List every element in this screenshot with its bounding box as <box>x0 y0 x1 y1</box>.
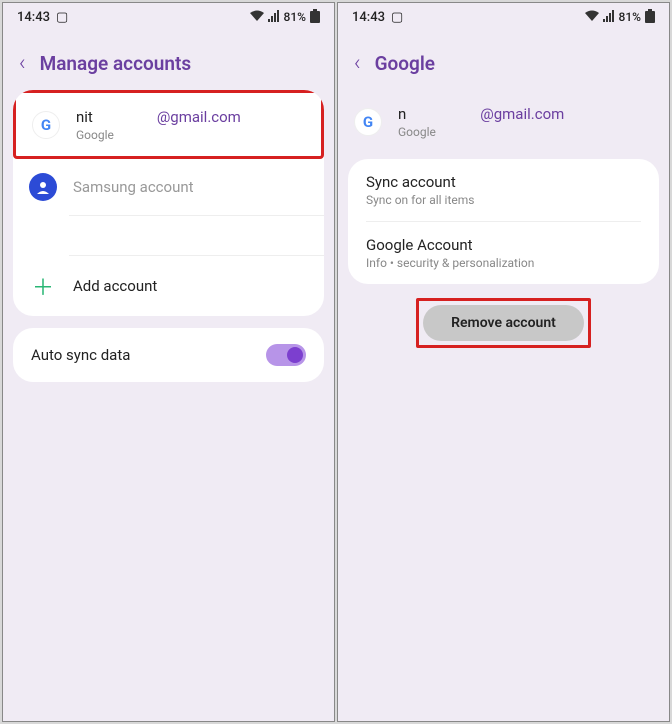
auto-sync-label: Auto sync data <box>31 346 130 364</box>
page-title: Google <box>375 52 435 75</box>
back-icon[interactable]: ‹ <box>19 51 26 76</box>
highlight-remove: Remove account <box>416 298 591 348</box>
auto-sync-card: Auto sync data <box>13 328 324 382</box>
auto-sync-toggle[interactable] <box>266 344 306 366</box>
wifi-icon <box>250 10 264 25</box>
sync-sub: Sync on for all items <box>366 193 641 207</box>
auto-sync-row[interactable]: Auto sync data <box>13 328 324 382</box>
image-icon: ▢ <box>56 10 68 25</box>
google-icon: G <box>354 108 382 136</box>
battery-icon <box>645 9 655 26</box>
add-account-button[interactable]: ＋ Add account <box>13 256 324 316</box>
account-info: G n @gmail.com Google <box>338 90 669 159</box>
battery-text: 81% <box>619 10 641 24</box>
status-time: 14:43 <box>17 10 50 25</box>
gaccount-title: Google Account <box>366 236 641 254</box>
wifi-icon <box>585 10 599 25</box>
header: ‹ Manage accounts <box>3 31 334 90</box>
sync-account-item[interactable]: Sync account Sync on for all items <box>348 159 659 221</box>
google-icon: G <box>32 111 60 139</box>
account-provider: Google <box>76 128 305 142</box>
google-account-item[interactable]: Google Account Info • security & persona… <box>348 222 659 284</box>
gaccount-sub: Info • security & personalization <box>366 256 641 270</box>
account-email-local: nit <box>76 108 93 126</box>
account-email-domain: @gmail.com <box>480 105 564 123</box>
header: ‹ Google <box>338 31 669 90</box>
highlight-google-account: G nit @gmail.com Google <box>13 90 324 159</box>
plus-icon: ＋ <box>29 270 57 302</box>
page-title: Manage accounts <box>40 52 192 75</box>
account-name: Samsung account <box>73 178 308 196</box>
accounts-card: G nit @gmail.com Google Samsung account <box>13 90 324 316</box>
remove-account-button[interactable]: Remove account <box>423 305 584 341</box>
remove-wrap: Remove account <box>338 298 669 348</box>
account-email-local: n <box>398 105 406 123</box>
battery-text: 81% <box>284 10 306 24</box>
image-icon: ▢ <box>391 10 403 25</box>
signal-icon <box>603 10 615 25</box>
back-icon[interactable]: ‹ <box>354 51 361 76</box>
add-account-label: Add account <box>73 277 157 295</box>
screen-manage-accounts: 14:43 ▢ 81% ‹ Manage accounts G <box>2 2 335 722</box>
status-time: 14:43 <box>352 10 385 25</box>
signal-icon <box>268 10 280 25</box>
account-provider: Google <box>398 125 653 139</box>
account-email-domain: @gmail.com <box>157 108 241 126</box>
settings-card: Sync account Sync on for all items Googl… <box>348 159 659 284</box>
battery-icon <box>310 9 320 26</box>
status-bar: 14:43 ▢ 81% <box>338 3 669 31</box>
sync-title: Sync account <box>366 173 641 191</box>
screen-google-account: 14:43 ▢ 81% ‹ Google G n @gmail.com <box>337 2 670 722</box>
account-item-google[interactable]: G nit @gmail.com Google <box>16 93 321 156</box>
samsung-icon <box>29 173 57 201</box>
status-bar: 14:43 ▢ 81% <box>3 3 334 31</box>
account-item-samsung[interactable]: Samsung account <box>13 159 324 215</box>
